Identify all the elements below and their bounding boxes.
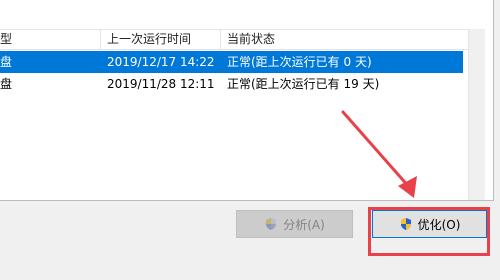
optimize-drives-window: 型 上一次运行时间 当前状态 盘 2019/12/17 14:22 正常(距上次… xyxy=(0,0,500,280)
annotation-arrow xyxy=(341,110,417,198)
